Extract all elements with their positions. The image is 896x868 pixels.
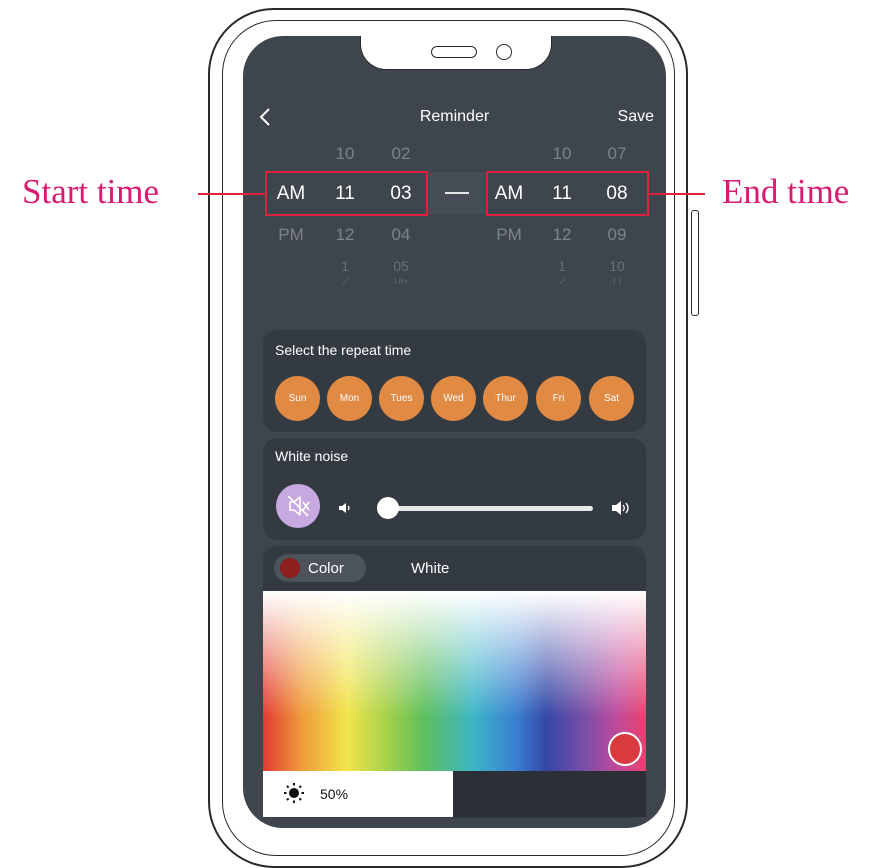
volume-low-icon: [339, 503, 350, 513]
start-minute-below3[interactable]: 06: [373, 278, 429, 284]
day-thur-button[interactable]: Thur: [483, 376, 528, 421]
end-hour-below3[interactable]: 2: [534, 278, 590, 284]
brightness-sun-icon: [284, 783, 304, 803]
start-minute-below2[interactable]: 05: [373, 258, 429, 274]
start-time-highlight: [265, 171, 428, 216]
white-noise-title: White noise: [275, 448, 349, 464]
mute-toggle-button[interactable]: [276, 484, 320, 528]
brightness-value: 50%: [320, 786, 349, 802]
selected-color-swatch: [280, 558, 300, 578]
volume-slider-track[interactable]: [385, 506, 593, 511]
volume-slider-thumb[interactable]: [377, 497, 399, 519]
start-ampm-below[interactable]: PM: [263, 225, 319, 245]
save-button[interactable]: Save: [618, 108, 654, 126]
end-time-leader-line: [649, 193, 705, 195]
phone-screen: Reminder Save 10 02 AM 11 03 PM 12 04 1 …: [243, 36, 666, 828]
front-camera: [496, 44, 512, 60]
speaker-muted-icon: [287, 495, 310, 517]
end-minute-below2[interactable]: 10: [589, 258, 645, 274]
time-separator-dash: [445, 192, 469, 194]
start-hour-above[interactable]: 10: [317, 144, 373, 164]
tab-color-label: Color: [308, 560, 344, 577]
end-hour-below2[interactable]: 1: [534, 258, 590, 274]
day-mon-button[interactable]: Mon: [327, 376, 372, 421]
side-button-power: [691, 210, 699, 316]
end-hour-below[interactable]: 12: [534, 225, 590, 245]
volume-high-icon: [612, 501, 629, 515]
day-wed-button[interactable]: Wed: [431, 376, 476, 421]
end-minute-below3[interactable]: 11: [589, 278, 645, 284]
start-hour-below3[interactable]: 2: [317, 278, 373, 284]
end-time-annotation: End time: [722, 172, 850, 211]
start-time-annotation: Start time: [22, 172, 160, 211]
repeat-card: Select the repeat time Sun Mon Tues Wed …: [263, 330, 646, 432]
tab-white[interactable]: White: [411, 560, 449, 577]
speaker: [431, 46, 477, 58]
end-minute-above[interactable]: 07: [589, 144, 645, 164]
repeat-title: Select the repeat time: [275, 342, 412, 358]
color-picker-handle[interactable]: [608, 732, 642, 766]
start-minute-above[interactable]: 02: [373, 144, 429, 164]
end-minute-below[interactable]: 09: [589, 225, 645, 245]
color-palette[interactable]: [263, 591, 646, 771]
brightness-track-unfilled: [453, 771, 646, 817]
start-hour-below[interactable]: 12: [317, 225, 373, 245]
day-sat-button[interactable]: Sat: [589, 376, 634, 421]
end-hour-above[interactable]: 10: [534, 144, 590, 164]
day-tues-button[interactable]: Tues: [379, 376, 424, 421]
page-title: Reminder: [419, 108, 490, 125]
day-fri-button[interactable]: Fri: [536, 376, 581, 421]
start-minute-below[interactable]: 04: [373, 225, 429, 245]
start-hour-below2[interactable]: 1: [317, 258, 373, 274]
end-time-highlight: [486, 171, 649, 216]
day-sun-button[interactable]: Sun: [275, 376, 320, 421]
end-ampm-below[interactable]: PM: [481, 225, 537, 245]
start-time-leader-line: [198, 193, 265, 195]
